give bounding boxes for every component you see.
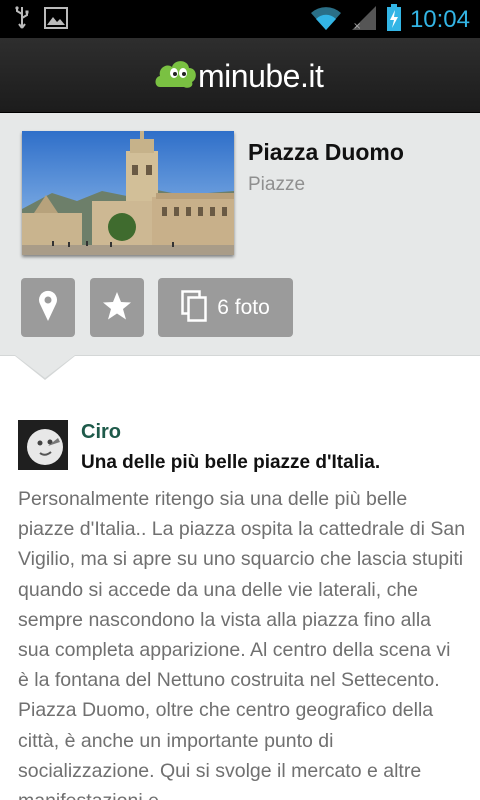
status-bar: × 10:04	[0, 0, 480, 38]
map-pin-icon	[38, 290, 58, 326]
review-author[interactable]: Ciro	[81, 421, 121, 444]
image-icon	[44, 7, 68, 33]
place-photo[interactable]	[22, 131, 234, 255]
place-title: Piazza Duomo	[248, 139, 404, 165]
minube-cloud-icon	[154, 57, 198, 95]
wifi-icon	[310, 5, 342, 35]
map-button[interactable]	[21, 278, 75, 337]
clock: 10:04	[409, 6, 470, 33]
system-icons: × 10:04	[310, 4, 470, 36]
review-body: Personalmente ritengo sia una delle più …	[18, 488, 466, 800]
usb-icon	[14, 6, 30, 34]
star-icon	[102, 291, 132, 325]
panel-divider-arrow	[0, 355, 480, 381]
battery-charging-icon	[386, 4, 402, 36]
photos-count-label: 6 foto	[217, 295, 270, 319]
notification-icons	[14, 6, 68, 34]
brand-logo[interactable]: minube.it	[154, 56, 324, 96]
photos-button[interactable]: 6 foto	[158, 278, 293, 337]
brand-name: minube.it	[198, 57, 324, 94]
favorite-button[interactable]	[90, 278, 144, 337]
place-category[interactable]: Piazze	[248, 174, 305, 196]
avatar[interactable]	[18, 420, 68, 470]
svg-text:×: ×	[353, 21, 361, 31]
signal-icon: ×	[350, 5, 378, 35]
photos-icon	[181, 289, 207, 326]
place-header: Piazza Duomo Piazze 6 foto	[0, 113, 480, 355]
app-header: minube.it	[0, 38, 480, 113]
review-title: Una delle più belle piazze d'Italia.	[81, 452, 381, 473]
